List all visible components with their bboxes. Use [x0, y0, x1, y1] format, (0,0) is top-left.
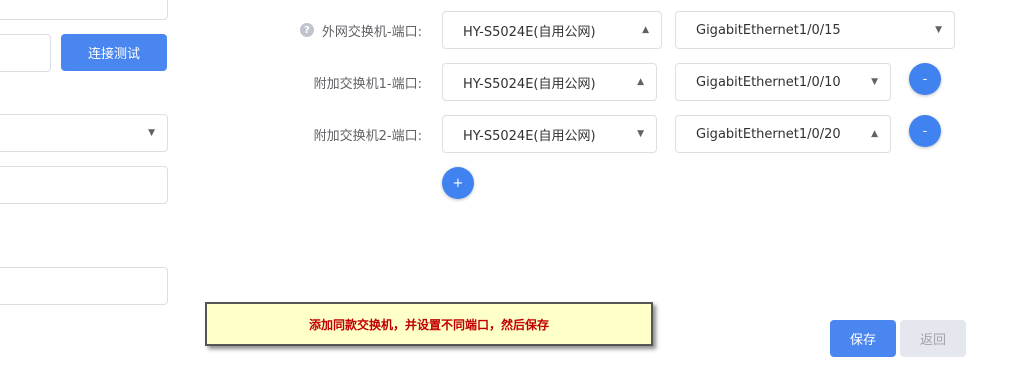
- hint-text: 添加同款交换机，并设置不同端口，然后保存: [308, 317, 549, 332]
- external-port-select[interactable]: GigabitEthernet1/0/15 ▼: [675, 11, 955, 49]
- left-text-field-bottom[interactable]: [0, 267, 168, 305]
- caret-down-icon: ▼: [148, 127, 155, 138]
- external-switch-label-text: 外网交换机-端口:: [321, 24, 422, 40]
- external-device-select[interactable]: HY-S5024E(自用公网) ▲: [442, 11, 662, 49]
- caret-up-icon: ▲: [637, 76, 644, 87]
- remove-extra-switch-2-button[interactable]: -: [909, 115, 941, 147]
- extra-switch-2-label: 附加交换机2-端口:: [313, 128, 422, 144]
- extra-switch-1-port-value: GigabitEthernet1/0/10: [696, 74, 841, 90]
- left-text-field-middle[interactable]: [0, 166, 168, 204]
- extra-switch-1-label: 附加交换机1-端口:: [313, 76, 422, 92]
- external-switch-label: ? 外网交换机-端口:: [280, 11, 422, 49]
- caret-up-icon: ▲: [642, 24, 649, 35]
- extra-switch-2-port-value: GigabitEthernet1/0/20: [696, 126, 841, 142]
- save-button[interactable]: 保存: [830, 320, 896, 357]
- extra-switch-1-device-value: HY-S5024E(自用公网): [463, 76, 596, 92]
- add-switch-button[interactable]: +: [442, 167, 474, 199]
- back-button[interactable]: 返回: [900, 320, 966, 357]
- hint-tooltip: 添加同款交换机，并设置不同端口，然后保存: [205, 302, 653, 346]
- left-text-field-top[interactable]: [0, 0, 168, 20]
- caret-down-icon: ▼: [935, 24, 942, 35]
- extra-switch-2-device-value: HY-S5024E(自用公网): [463, 128, 596, 144]
- extra-switch-1-device-select[interactable]: HY-S5024E(自用公网) ▲: [442, 63, 657, 101]
- left-select[interactable]: ▼: [0, 114, 168, 152]
- caret-up-icon: ▲: [871, 128, 878, 139]
- external-port-value: GigabitEthernet1/0/15: [696, 22, 841, 38]
- question-circle-icon[interactable]: ?: [299, 23, 314, 37]
- connection-test-button[interactable]: 连接测试: [61, 34, 167, 71]
- caret-down-icon: ▼: [871, 76, 878, 87]
- external-device-value: HY-S5024E(自用公网): [463, 24, 596, 40]
- extra-switch-1-port-select[interactable]: GigabitEthernet1/0/10 ▼: [675, 63, 891, 101]
- remove-extra-switch-1-button[interactable]: -: [909, 63, 941, 95]
- caret-down-icon: ▼: [637, 128, 644, 139]
- extra-switch-2-device-select[interactable]: HY-S5024E(自用公网) ▼: [442, 115, 657, 153]
- left-host-input[interactable]: [0, 34, 51, 72]
- extra-switch-2-port-select[interactable]: GigabitEthernet1/0/20 ▲: [675, 115, 891, 153]
